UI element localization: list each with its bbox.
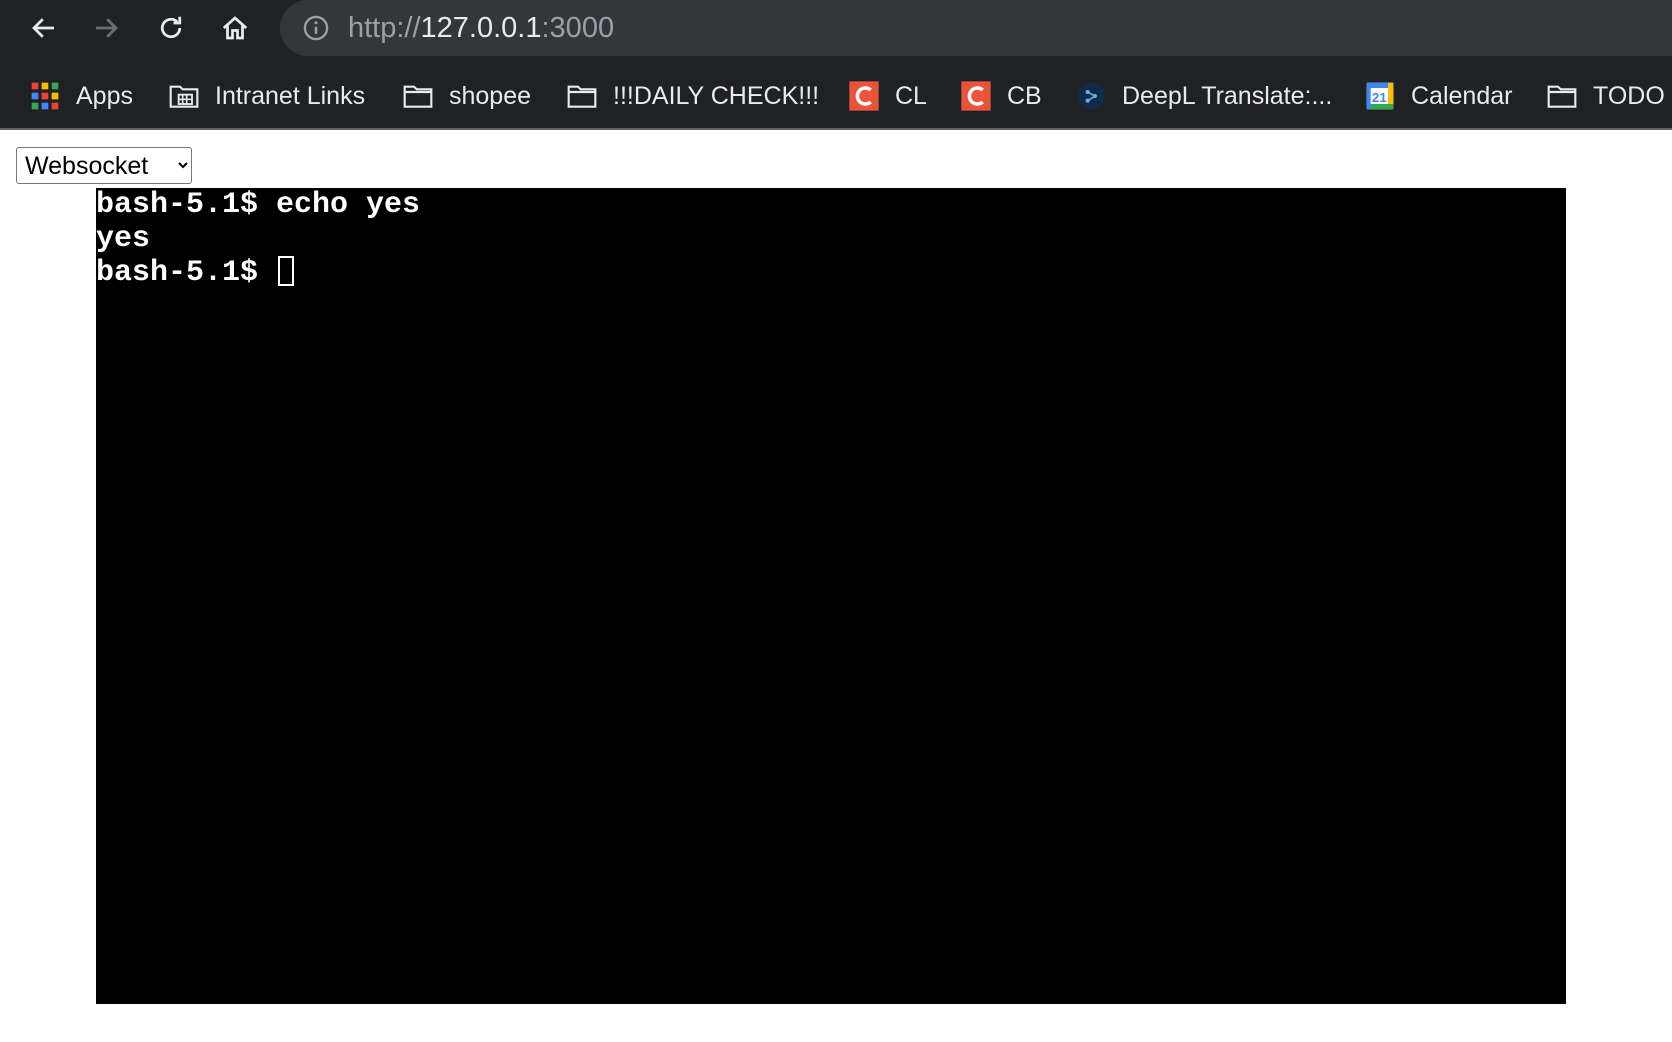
bookmark-calendar[interactable]: 21 Calendar [1364, 72, 1512, 120]
url-host: 127.0.0.1 [420, 12, 542, 44]
toolbar-divider [0, 128, 1672, 130]
bookmark-cb[interactable]: CB [960, 72, 1042, 120]
bookmark-label: CB [1007, 81, 1042, 110]
bookmark-label: Intranet Links [215, 81, 366, 110]
address-bar[interactable]: http://127.0.0.1:3000 [280, 0, 1672, 56]
terminal-line: yes [96, 222, 151, 256]
url-port: :3000 [541, 12, 615, 44]
deepl-icon [1075, 80, 1107, 112]
bookmark-label: !!!DAILY CHECK!!! [613, 81, 820, 110]
terminal-prompt: bash-5.1$ [96, 256, 277, 290]
folder-icon [566, 80, 598, 112]
folder-icon [402, 80, 434, 112]
bookmark-label: TODO [1593, 81, 1665, 110]
bookmark-shopee[interactable]: shopee [402, 72, 531, 120]
bookmarks-bar: Apps Intranet Links shopee !!!DAILY CHEC… [0, 72, 1672, 120]
arrow-left-icon [32, 18, 54, 38]
home-icon [222, 16, 248, 40]
c-logo-icon [960, 80, 992, 112]
reload-button[interactable] [151, 8, 191, 48]
building-folder-icon [168, 80, 200, 112]
back-button[interactable] [24, 8, 64, 48]
bookmark-todo[interactable]: TODO [1546, 72, 1665, 120]
folder-icon [1546, 80, 1578, 112]
home-button[interactable] [215, 8, 255, 48]
bookmark-label: shopee [449, 81, 532, 110]
site-info-icon[interactable] [302, 14, 330, 42]
terminal-line: bash-5.1$ echo yes [96, 188, 421, 222]
bookmark-label: DeepL Translate:... [1122, 81, 1333, 110]
terminal-prompt-line: bash-5.1$ [96, 256, 295, 290]
bookmark-cl[interactable]: CL [848, 72, 927, 120]
svg-text:21: 21 [1372, 90, 1387, 105]
url-scheme: http:// [348, 12, 421, 44]
bookmark-apps[interactable]: Apps [29, 72, 133, 120]
apps-grid-icon [29, 80, 61, 112]
connection-mode-select[interactable]: Websocket [16, 147, 192, 184]
url-text[interactable]: http://127.0.0.1:3000 [348, 0, 614, 56]
browser-toolbar: http://127.0.0.1:3000 [0, 0, 1672, 56]
reload-icon [160, 16, 182, 39]
bookmark-label: Apps [76, 81, 133, 110]
bookmark-label: CL [895, 81, 927, 110]
terminal-cursor [278, 256, 295, 286]
bookmark-daily-check[interactable]: !!!DAILY CHECK!!! [566, 72, 819, 120]
c-logo-icon [848, 80, 880, 112]
bookmark-deepl[interactable]: DeepL Translate:... [1075, 72, 1332, 120]
terminal-window[interactable]: bash-5.1$ echo yes yes bash-5.1$ [96, 188, 1566, 1004]
forward-button[interactable] [86, 8, 126, 48]
browser-chrome: http://127.0.0.1:3000 Apps Intranet Link… [0, 0, 1672, 130]
bookmark-intranet-links[interactable]: Intranet Links [168, 72, 365, 120]
bookmark-label: Calendar [1411, 81, 1513, 110]
arrow-right-icon [96, 18, 118, 38]
calendar-icon: 21 [1364, 80, 1396, 112]
